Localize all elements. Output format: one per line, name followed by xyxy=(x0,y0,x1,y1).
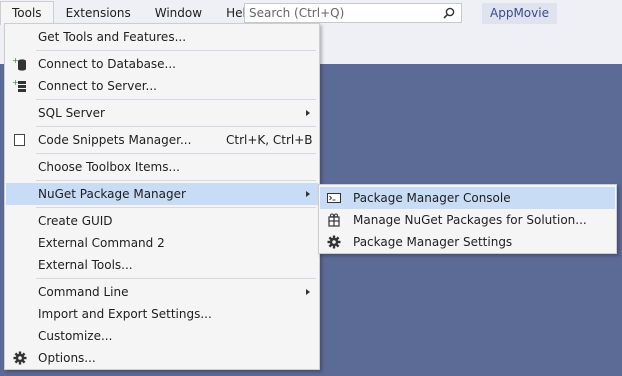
menu-item-label: Connect to Server... xyxy=(38,79,157,93)
menu-extensions[interactable]: Extensions xyxy=(54,2,143,24)
submenu-item-package-manager-console[interactable]: Package Manager Console xyxy=(320,187,615,209)
menu-item-command-line[interactable]: Command Line xyxy=(6,281,318,303)
menu-window[interactable]: Window xyxy=(143,2,214,24)
menu-item-label: Import and Export Settings... xyxy=(38,307,212,321)
menu-separator xyxy=(36,153,316,154)
menu-item-choose-toolbox[interactable]: Choose Toolbox Items... xyxy=(6,156,318,178)
menu-item-sql-server[interactable]: SQL Server xyxy=(6,102,318,124)
menu-item-label: SQL Server xyxy=(38,106,105,120)
menu-item-label: Package Manager Console xyxy=(353,191,511,205)
menu-item-options[interactable]: Options... xyxy=(6,347,318,369)
tools-menu: Get Tools and Features... + Connect to D… xyxy=(4,23,320,370)
menu-tools[interactable]: Tools xyxy=(0,1,54,25)
menu-item-get-tools[interactable]: Get Tools and Features... xyxy=(6,26,318,48)
menu-item-label: Connect to Database... xyxy=(38,57,176,71)
submenu-arrow-icon xyxy=(306,110,310,116)
solution-name[interactable]: AppMovie xyxy=(482,3,557,24)
nuget-submenu: Package Manager Console Manage NuGet Pac… xyxy=(318,184,617,254)
svg-text:+: + xyxy=(12,57,19,65)
menu-separator xyxy=(36,126,316,127)
menu-item-label: Package Manager Settings xyxy=(353,235,513,249)
menu-separator xyxy=(36,207,316,208)
menu-item-import-export[interactable]: Import and Export Settings... xyxy=(6,303,318,325)
menu-separator xyxy=(36,99,316,100)
gear-icon xyxy=(327,235,341,249)
menu-item-nuget[interactable]: NuGet Package Manager xyxy=(6,183,318,205)
search-input[interactable] xyxy=(245,4,439,22)
menu-item-shortcut: Ctrl+K, Ctrl+B xyxy=(226,133,313,147)
svg-text:+: + xyxy=(12,79,19,87)
menu-item-label: Create GUID xyxy=(38,214,113,228)
menu-item-create-guid[interactable]: Create GUID xyxy=(6,210,318,232)
menu-item-customize[interactable]: Customize... xyxy=(6,325,318,347)
console-icon xyxy=(327,193,341,203)
menu-item-label: External Tools... xyxy=(38,258,133,272)
menu-item-external-command-2[interactable]: External Command 2 xyxy=(6,232,318,254)
menu-separator xyxy=(36,180,316,181)
menu-item-label: Choose Toolbox Items... xyxy=(38,160,180,174)
menu-item-connect-server[interactable]: + Connect to Server... xyxy=(6,75,318,97)
menu-item-label: NuGet Package Manager xyxy=(38,187,186,201)
gear-icon xyxy=(13,351,27,365)
database-icon: + xyxy=(12,57,26,71)
submenu-item-package-manager-settings[interactable]: Package Manager Settings xyxy=(320,231,615,253)
menu-item-label: Manage NuGet Packages for Solution... xyxy=(353,213,587,227)
package-icon xyxy=(328,213,340,227)
menu-item-external-tools[interactable]: External Tools... xyxy=(6,254,318,276)
submenu-arrow-icon xyxy=(306,289,310,295)
server-icon: + xyxy=(12,79,26,92)
search-box xyxy=(244,3,462,23)
menu-item-label: Options... xyxy=(38,351,96,365)
menu-item-label: Get Tools and Features... xyxy=(38,30,187,44)
menu-separator xyxy=(36,50,316,51)
menu-item-code-snippets[interactable]: Code Snippets Manager... Ctrl+K, Ctrl+B xyxy=(6,129,318,151)
menu-item-label: External Command 2 xyxy=(38,236,165,250)
menu-item-connect-database[interactable]: + Connect to Database... xyxy=(6,53,318,75)
menu-separator xyxy=(36,278,316,279)
search-icon[interactable] xyxy=(443,7,455,19)
checkbox-icon xyxy=(14,134,25,146)
menu-item-label: Customize... xyxy=(38,329,113,343)
menu-item-label: Code Snippets Manager... xyxy=(38,133,192,147)
submenu-arrow-icon xyxy=(306,191,310,197)
submenu-item-manage-nuget-packages[interactable]: Manage NuGet Packages for Solution... xyxy=(320,209,615,231)
menu-item-label: Command Line xyxy=(38,285,129,299)
menu-bar: Tools Extensions Window Help xyxy=(0,1,265,25)
